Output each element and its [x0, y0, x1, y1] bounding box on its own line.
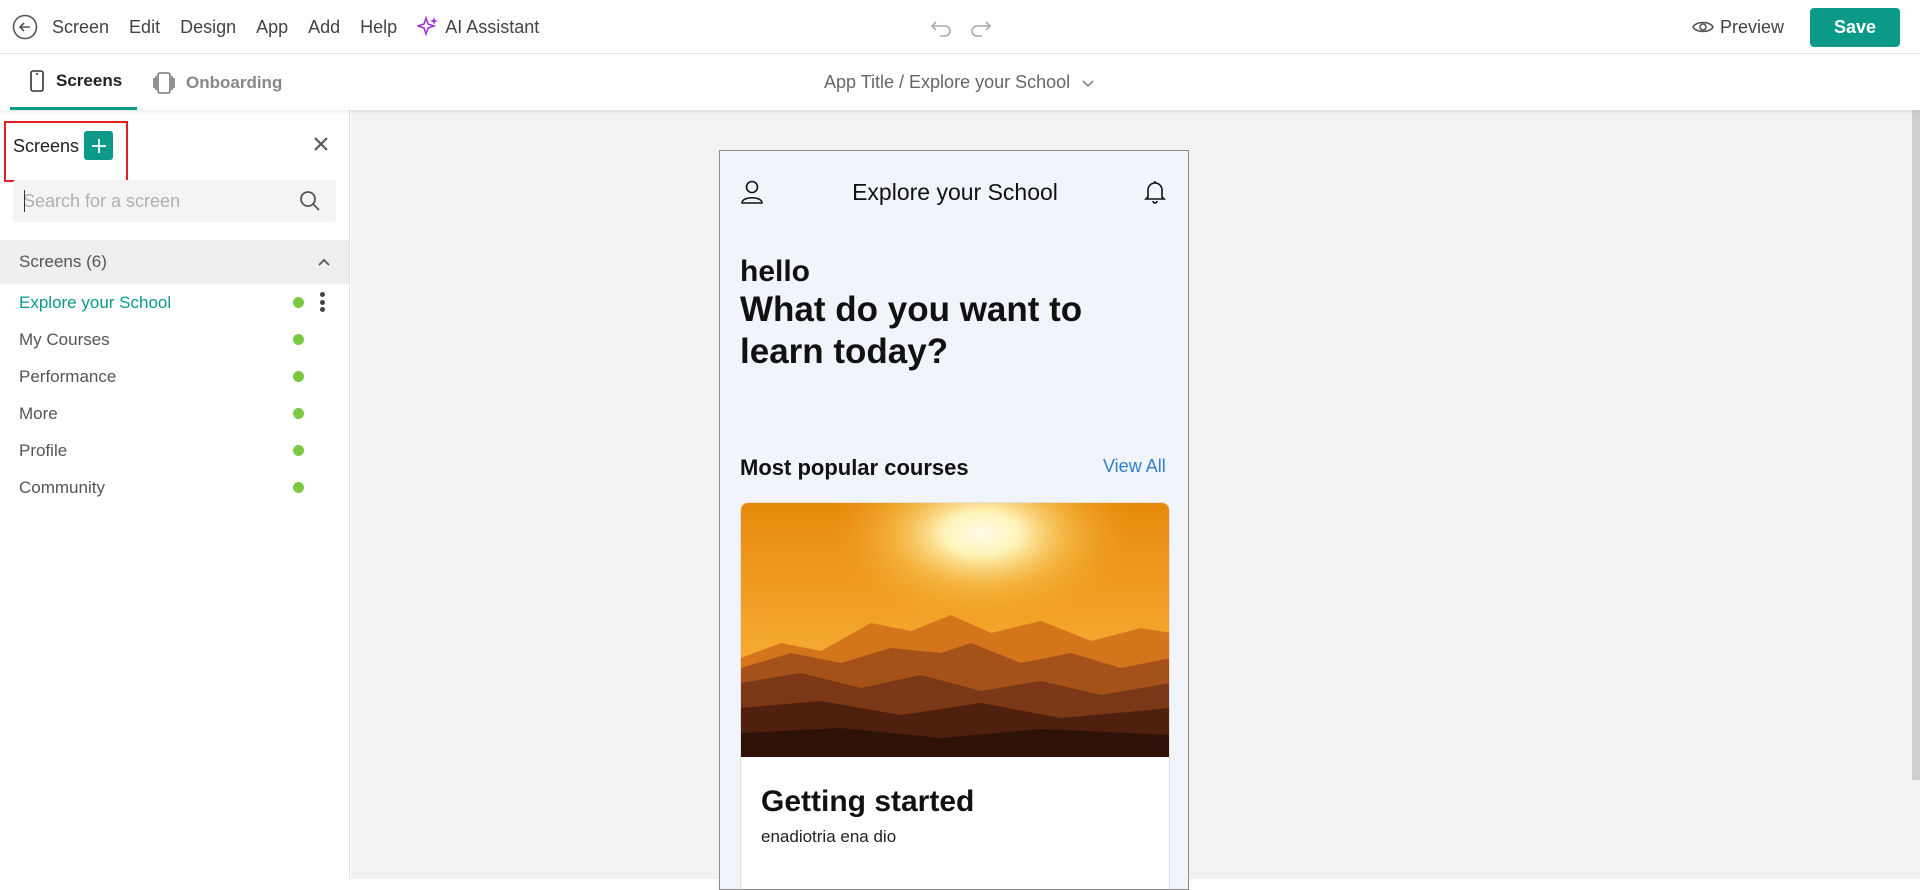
tab-screens[interactable]: Screens — [10, 55, 137, 110]
list-item[interactable]: Explore your School — [0, 284, 349, 321]
main-menu: Screen Edit Design App Add Help AI Assis… — [52, 0, 539, 54]
list-item-label: Performance — [19, 366, 117, 386]
menu-screen[interactable]: Screen — [52, 17, 109, 38]
tab-onboarding-label: Onboarding — [186, 72, 283, 92]
search-box — [13, 180, 336, 222]
undo-redo-group — [928, 14, 1008, 40]
menu-add[interactable]: Add — [308, 17, 340, 38]
undo-button[interactable] — [928, 14, 954, 40]
list-item-label: My Courses — [19, 329, 110, 349]
menu-edit[interactable]: Edit — [129, 17, 160, 38]
kebab-icon[interactable] — [320, 292, 326, 312]
tab-screens-label: Screens — [56, 71, 123, 90]
canvas-scrollbar[interactable] — [1912, 110, 1920, 780]
view-all-link[interactable]: View All — [1103, 456, 1166, 477]
section-title: Most popular courses — [740, 455, 969, 480]
menu-design[interactable]: Design — [180, 17, 236, 38]
screens-sidebar: Screens Screens (6) Explore your School … — [0, 110, 350, 879]
ai-assistant-button[interactable]: AI Assistant — [417, 16, 539, 38]
list-item-label: Explore your School — [19, 292, 172, 312]
eye-icon — [1692, 21, 1714, 33]
top-menu-bar: Screen Edit Design App Add Help AI Assis… — [0, 0, 1920, 54]
phone-preview[interactable]: Explore your School hello What do you wa… — [719, 150, 1189, 890]
search-input[interactable] — [23, 180, 283, 222]
sparkle-icon — [417, 16, 439, 37]
preview-button[interactable]: Preview — [1692, 12, 1784, 42]
menu-help[interactable]: Help — [360, 17, 397, 38]
breadcrumb-label: App Title / Explore your School — [824, 72, 1071, 92]
list-item[interactable]: Community — [0, 469, 349, 506]
list-item-label: Community — [19, 477, 105, 497]
list-item-label: More — [19, 403, 58, 423]
breadcrumb[interactable]: App Title / Explore your School — [824, 55, 1096, 110]
status-dot — [293, 482, 304, 493]
pages-icon — [153, 71, 175, 94]
save-button[interactable]: Save — [1810, 8, 1900, 47]
redo-icon — [971, 21, 992, 37]
status-dot — [293, 445, 304, 456]
add-screen-button[interactable] — [84, 131, 113, 160]
close-icon[interactable] — [311, 134, 331, 154]
list-item[interactable]: Profile — [0, 432, 349, 469]
phone-icon — [30, 70, 44, 92]
course-card[interactable]: Getting started enadiotria ena dio — [740, 502, 1170, 889]
status-dot — [293, 334, 304, 345]
screens-group-label: Screens (6) — [19, 252, 107, 271]
back-arrow-icon[interactable] — [12, 14, 38, 40]
ai-assistant-label: AI Assistant — [445, 16, 540, 37]
plus-icon — [91, 138, 106, 153]
bell-icon[interactable] — [1143, 179, 1167, 205]
sidebar-title: Screens — [13, 136, 80, 156]
search-icon[interactable] — [299, 190, 321, 212]
preview-label: Preview — [1720, 16, 1785, 37]
menu-app[interactable]: App — [256, 17, 288, 38]
course-card-title: Getting started — [761, 785, 975, 818]
text-caret — [24, 190, 25, 212]
screens-group-header[interactable]: Screens (6) — [0, 240, 349, 284]
tab-bar: Screens Onboarding App Title / Explore y… — [0, 55, 1920, 110]
phone-screen-title: Explore your School — [852, 179, 1058, 205]
sunset-mountains-image — [741, 503, 1169, 757]
course-card-subtitle: enadiotria ena dio — [761, 827, 897, 846]
status-dot — [293, 371, 304, 382]
status-dot — [293, 408, 304, 419]
undo-icon — [930, 21, 951, 37]
greeting-text: hello — [740, 255, 811, 288]
screens-list: Explore your School My Courses Performan… — [0, 284, 349, 506]
list-item[interactable]: Performance — [0, 358, 349, 395]
redo-button[interactable] — [968, 14, 994, 40]
status-dot — [293, 297, 304, 308]
list-item-label: Profile — [19, 440, 68, 460]
list-item[interactable]: My Courses — [0, 321, 349, 358]
chevron-up-icon — [318, 258, 330, 266]
tab-onboarding[interactable]: Onboarding — [152, 55, 282, 110]
headline-text: What do you want to learn today? — [740, 290, 1083, 371]
list-item[interactable]: More — [0, 395, 349, 432]
chevron-down-icon — [1082, 79, 1094, 87]
